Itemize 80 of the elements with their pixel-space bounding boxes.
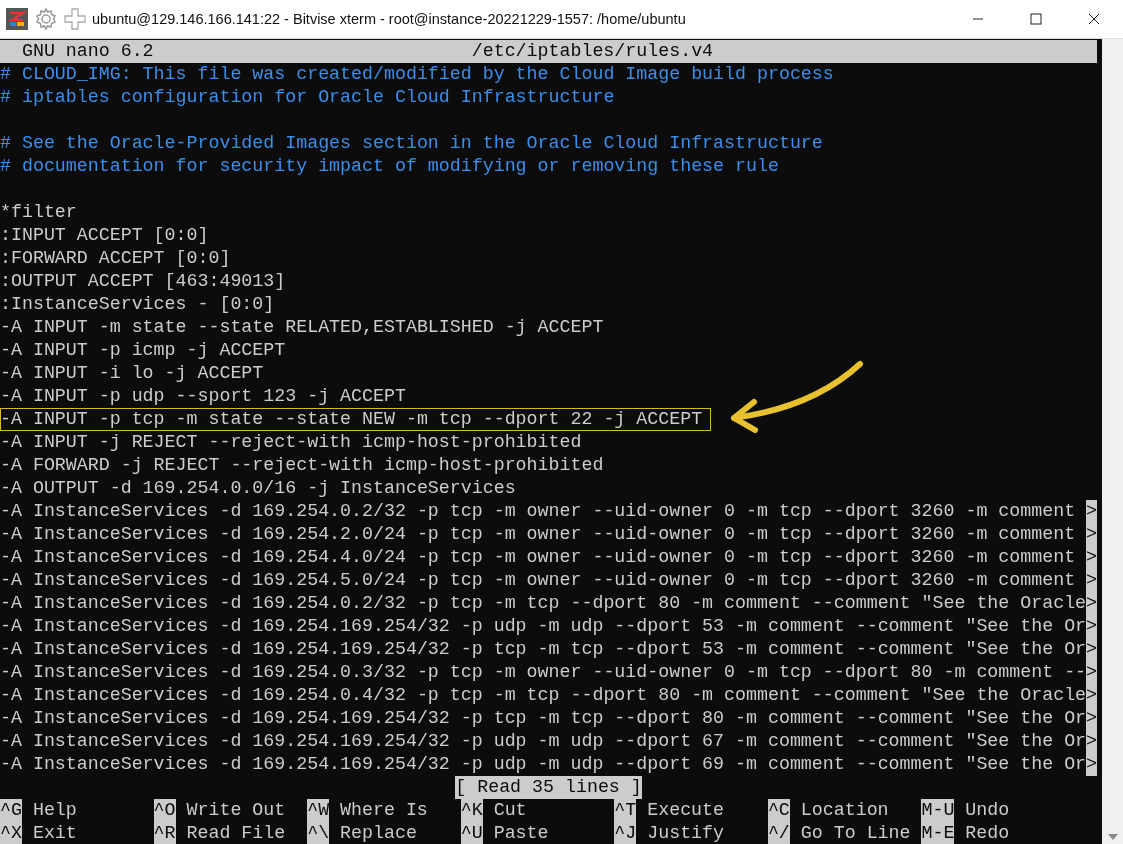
shortcut-key: ^O xyxy=(153,799,176,822)
code-line: -A InstanceServices -d 169.254.4.0/24 -p tcp -m owner --uid-owner 0 -m tcp --dport 3260 -m comment xyxy=(0,546,1076,569)
shortcut-label[interactable]: Help xyxy=(32,799,77,822)
shortcut-key: ^U xyxy=(460,822,483,844)
code-line: :FORWARD ACCEPT [0:0] xyxy=(0,247,231,270)
shortcut-label[interactable]: Read File xyxy=(186,822,286,844)
comment-line: # CLOUD_IMG: This file was created/modified by the Cloud Image build process xyxy=(0,63,834,86)
overflow-marker: > xyxy=(1086,523,1098,546)
shortcut-label[interactable]: Cut xyxy=(493,799,527,822)
shortcut-label[interactable]: Exit xyxy=(32,822,77,844)
code-line: -A INPUT -m state --state RELATED,ESTABLISHED -j ACCEPT xyxy=(0,316,604,339)
shortcut-label[interactable]: Undo xyxy=(965,799,1010,822)
shortcut-label[interactable]: Justify xyxy=(647,822,725,844)
shortcut-key: ^\ xyxy=(307,822,330,844)
code-line: -A InstanceServices -d 169.254.0.2/32 -p tcp -m owner --uid-owner 0 -m tcp --dport 3260 -m comment xyxy=(0,500,1076,523)
shortcut-label[interactable]: Go To Line xyxy=(800,822,911,844)
code-line: -A InstanceServices -d 169.254.0.4/32 -p tcp -m tcp --dport 80 -m comment --comment "See the Oracle xyxy=(0,684,1087,707)
shortcut-key: ^W xyxy=(307,799,330,822)
app-icon[interactable] xyxy=(6,8,28,30)
code-line: *filter xyxy=(0,201,77,224)
overflow-marker: > xyxy=(1086,661,1098,684)
code-line: -A InstanceServices -d 169.254.169.254/32 -p tcp -m tcp --dport 53 -m comment --comment "See the Or xyxy=(0,638,1087,661)
code-line: -A INPUT -p tcp -m state --state NEW -m tcp --dport 22 -j ACCEPT xyxy=(0,408,712,431)
overflow-marker: > xyxy=(1086,638,1098,661)
file-name: /etc/iptables/rules.v4 xyxy=(471,40,714,63)
comment-line: # iptables configuration for Oracle Cloud Infrastructure xyxy=(0,86,615,109)
shortcut-key: ^G xyxy=(0,799,22,822)
shortcut-key: ^/ xyxy=(767,822,790,844)
settings-icon[interactable] xyxy=(34,7,58,31)
shortcut-key: ^X xyxy=(0,822,22,844)
shortcut-key: ^J xyxy=(614,822,637,844)
overflow-marker: > xyxy=(1086,546,1098,569)
overflow-marker: > xyxy=(1086,592,1098,615)
plus-icon[interactable] xyxy=(64,8,86,30)
code-line: -A INPUT -p icmp -j ACCEPT xyxy=(0,339,286,362)
shortcut-label[interactable]: Execute xyxy=(647,799,725,822)
shortcut-label[interactable]: Write Out xyxy=(186,799,286,822)
shortcut-label[interactable]: Paste xyxy=(493,822,549,844)
overflow-marker: > xyxy=(1086,753,1098,776)
shortcut-key: ^C xyxy=(767,799,790,822)
code-line: -A InstanceServices -d 169.254.0.2/32 -p tcp -m tcp --dport 80 -m comment --comment "See the Oracle xyxy=(0,592,1087,615)
close-icon[interactable] xyxy=(1088,13,1100,25)
shortcut-label[interactable]: Replace xyxy=(340,822,417,844)
shortcut-key: ^K xyxy=(460,799,483,822)
shortcut-label[interactable]: Redo xyxy=(965,822,1010,844)
code-line: :INPUT ACCEPT [0:0] xyxy=(0,224,209,247)
code-line: -A OUTPUT -d 169.254.0.0/16 -j InstanceServices xyxy=(0,477,516,500)
window-title: ubuntu@129.146.166.141:22 - Bitvise xterm - root@instance-20221229-1557: /home/ubuntu xyxy=(92,11,686,27)
code-line: :OUTPUT ACCEPT [463:49013] xyxy=(0,270,286,293)
code-line: -A InstanceServices -d 169.254.2.0/24 -p tcp -m owner --uid-owner 0 -m tcp --dport 3260 -m comment xyxy=(0,523,1076,546)
scrollbar[interactable] xyxy=(1102,39,1123,844)
code-line: :InstanceServices - [0:0] xyxy=(0,293,275,316)
maximize-icon[interactable] xyxy=(1030,13,1042,25)
status-message: [ Read 35 lines ] xyxy=(455,776,642,799)
comment-line: # documentation for security impact of modifying or removing these rule xyxy=(0,155,779,178)
code-line: -A FORWARD -j REJECT --reject-with icmp-host-prohibited xyxy=(0,454,604,477)
code-line: -A InstanceServices -d 169.254.169.254/32 -p tcp -m tcp --dport 80 -m comment --comment "See the Or xyxy=(0,707,1087,730)
code-line: -A INPUT -j REJECT --reject-with icmp-host-prohibited xyxy=(0,431,582,454)
code-line: -A InstanceServices -d 169.254.169.254/32 -p udp -m udp --dport 69 -m comment --comment "See the Or xyxy=(0,753,1087,776)
overflow-marker: > xyxy=(1086,569,1098,592)
code-line: -A INPUT -i lo -j ACCEPT xyxy=(0,362,264,385)
editor-version: GNU nano 6.2 xyxy=(21,40,155,63)
shortcut-key: M-E xyxy=(921,822,955,844)
shortcut-key: ^T xyxy=(614,799,637,822)
code-line: -A InstanceServices -d 169.254.5.0/24 -p tcp -m owner --uid-owner 0 -m tcp --dport 3260 -m comment xyxy=(0,569,1076,592)
code-line: -A InstanceServices -d 169.254.169.254/32 -p udp -m udp --dport 53 -m comment --comment "See the Or xyxy=(0,615,1087,638)
overflow-marker: > xyxy=(1086,707,1098,730)
shortcut-key: M-U xyxy=(921,799,955,822)
overflow-marker: > xyxy=(1086,730,1098,753)
shortcut-key: ^R xyxy=(153,822,176,844)
overflow-marker: > xyxy=(1086,615,1098,638)
shortcut-label[interactable]: Location xyxy=(800,799,889,822)
code-line: -A INPUT -p udp --sport 123 -j ACCEPT xyxy=(0,385,406,408)
code-line: -A InstanceServices -d 169.254.0.3/32 -p tcp -m owner --uid-owner 0 -m tcp --dport 80 -m comment -- xyxy=(0,661,1087,684)
overflow-marker: > xyxy=(1086,684,1098,707)
comment-line: # See the Oracle-Provided Images section in the Oracle Cloud Infrastructure xyxy=(0,132,823,155)
scroll-down-icon[interactable] xyxy=(1107,834,1118,840)
overflow-marker: > xyxy=(1086,500,1098,523)
shortcut-label[interactable]: Where Is xyxy=(340,799,428,822)
code-line: -A InstanceServices -d 169.254.169.254/32 -p udp -m udp --dport 67 -m comment --comment "See the Or xyxy=(0,730,1087,753)
